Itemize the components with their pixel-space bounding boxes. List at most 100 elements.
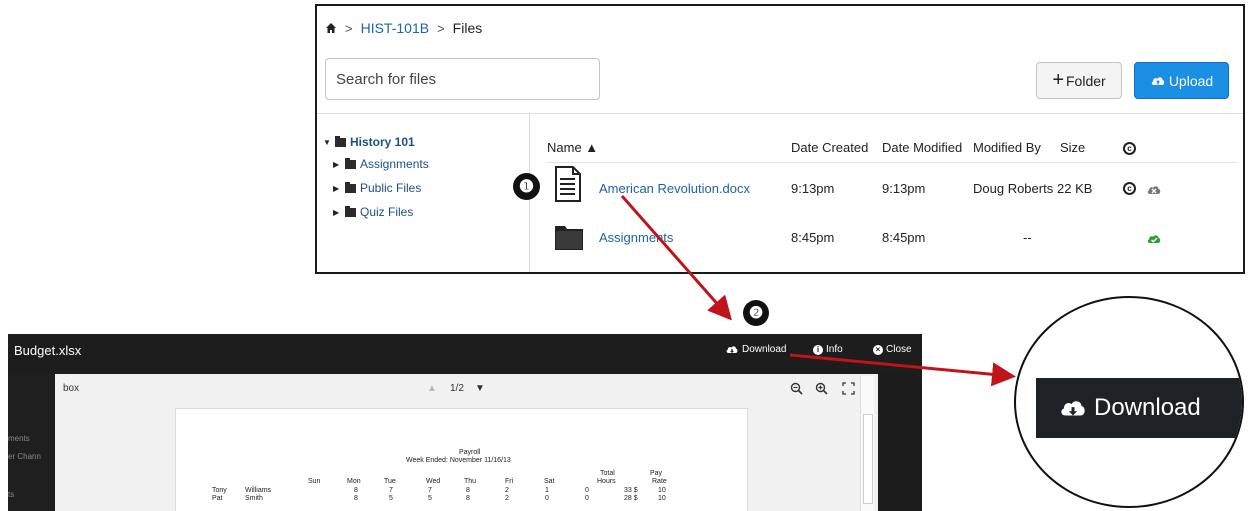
sidebar-fragment: er Chann	[8, 452, 41, 461]
sheet-title: Payroll	[459, 449, 481, 456]
tree-item-label: Quiz Files	[360, 205, 414, 219]
download-button[interactable]: Download	[725, 344, 786, 355]
sheet-cell: 8	[354, 495, 358, 502]
zoom-in-icon[interactable]	[815, 382, 828, 395]
breadcrumb-current: Files	[452, 20, 483, 36]
header-pay: Pay	[650, 470, 663, 477]
date-created: 9:13pm	[791, 181, 835, 196]
folder-tree: ▼ History 101 ▶ Assignments ▶ Public Fil…	[323, 132, 429, 224]
close-icon: ×	[873, 344, 883, 355]
column-header-name[interactable]: Name ▲	[547, 140, 598, 155]
page-indicator: 1/2	[450, 383, 464, 394]
close-button[interactable]: × Close	[873, 344, 912, 355]
sheet-cell: 8	[354, 487, 358, 494]
column-header-modified-by[interactable]: Modified By	[973, 140, 1041, 155]
cloud-download-icon	[1061, 401, 1085, 416]
cloud-published-icon[interactable]	[1146, 231, 1162, 245]
preview-header: Budget.xlsx Download i Info × Close	[8, 334, 922, 368]
copyright-header-icon: c	[1123, 142, 1136, 155]
sheet-cell: 8	[466, 495, 470, 502]
next-page-icon[interactable]: ▼	[475, 383, 485, 394]
date-created: 8:45pm	[791, 230, 835, 245]
sheet-cell: 10	[658, 495, 666, 502]
zoomed-download-label: Download	[1094, 394, 1201, 421]
sidebar-fragment: ments	[8, 434, 30, 443]
modified-by: Doug Roberts	[973, 181, 1054, 196]
document-viewer: box ▲ 1/2 ▼ Payroll Week Ended: November…	[55, 374, 878, 511]
copyright-icon[interactable]: c	[1123, 182, 1136, 195]
sidebar-fragment: ts	[8, 490, 15, 499]
zoom-callout: Download	[1014, 296, 1244, 508]
first-name: Pat	[212, 495, 223, 502]
toolbar-divider	[317, 113, 1243, 114]
file-preview-window: Budget.xlsx Download i Info × Close ment…	[8, 334, 922, 511]
folder-icon	[345, 205, 356, 217]
zoom-out-icon[interactable]	[790, 382, 803, 395]
modified-by: --	[1023, 230, 1032, 245]
folder-icon	[345, 157, 356, 169]
info-button[interactable]: i Info	[813, 344, 843, 355]
column-header-size[interactable]: Size	[1060, 140, 1085, 155]
tree-item-assignments[interactable]: ▶ Assignments	[323, 152, 429, 176]
add-folder-label: Folder	[1066, 72, 1106, 89]
file-size: 22 KB	[1057, 181, 1093, 196]
sheet-cell: 0	[545, 495, 549, 502]
day-header: Hours	[597, 478, 616, 485]
folder-name-link[interactable]: Assignments	[599, 230, 673, 245]
breadcrumb-course-link[interactable]: HIST-101B	[361, 20, 429, 36]
scrollbar-thumb[interactable]	[863, 414, 873, 504]
sheet-cell: 2	[505, 495, 509, 502]
download-label: Download	[742, 344, 787, 355]
caret-down-icon[interactable]: ▼	[323, 138, 331, 147]
tree-item-quiz-files[interactable]: ▶ Quiz Files	[323, 200, 429, 224]
folder-icon	[554, 272, 584, 274]
caret-right-icon[interactable]: ▶	[333, 160, 341, 169]
info-icon: i	[813, 344, 823, 355]
files-panel: > HIST-101B > Files + Folder Upload ▼ Hi…	[315, 4, 1245, 274]
info-label: Info	[826, 344, 843, 355]
breadcrumb-separator: >	[345, 20, 353, 36]
tree-item-history-101[interactable]: ▼ History 101	[323, 132, 429, 152]
add-folder-button[interactable]: + Folder	[1036, 62, 1122, 99]
fullscreen-icon[interactable]	[842, 382, 855, 395]
folder-icon	[335, 135, 346, 147]
date-modified: 9:13pm	[882, 181, 926, 196]
document-icon	[555, 166, 581, 202]
caret-right-icon[interactable]: ▶	[333, 208, 341, 217]
viewer-search-text[interactable]: box	[63, 383, 79, 394]
file-name-link[interactable]: American Revolution.docx	[599, 181, 750, 196]
cloud-unpublished-icon[interactable]	[1146, 182, 1162, 196]
sheet-cell: 0	[585, 495, 589, 502]
upload-label: Upload	[1168, 72, 1214, 89]
last-name: Smith	[245, 495, 263, 502]
zoomed-download-button: Download	[1036, 378, 1242, 438]
background-sidebar: ments er Chann ts	[8, 374, 53, 511]
sheet-cell: 2	[505, 487, 509, 494]
caret-right-icon[interactable]: ▶	[333, 184, 341, 193]
sheet-cell: 10	[658, 487, 666, 494]
day-header: Tue	[384, 478, 396, 485]
folder-icon	[345, 181, 356, 193]
header-total: Total	[600, 470, 615, 477]
tree-item-public-files[interactable]: ▶ Public Files	[323, 176, 429, 200]
first-name: Tony	[212, 487, 227, 494]
day-header: Mon	[347, 478, 361, 485]
header-divider	[547, 162, 1237, 163]
viewer-toolbar: box ▲ 1/2 ▼	[55, 374, 878, 404]
tree-item-label: Assignments	[360, 157, 429, 171]
previous-page-icon[interactable]: ▲	[427, 383, 437, 394]
home-icon[interactable]	[325, 22, 337, 34]
upload-button[interactable]: Upload	[1134, 62, 1229, 99]
day-header: Sun	[308, 478, 321, 485]
sheet-cell: 5	[428, 495, 432, 502]
column-header-date-modified[interactable]: Date Modified	[882, 140, 962, 155]
column-header-date-created[interactable]: Date Created	[791, 140, 868, 155]
cloud-upload-icon	[1151, 76, 1165, 85]
sheet-cell: 28 $	[624, 495, 638, 502]
last-name: Williams	[245, 487, 272, 494]
sheet-cell: 7	[428, 487, 432, 494]
spreadsheet-page: Payroll Week Ended: November 11/16/13 To…	[175, 408, 748, 511]
step-marker-1: ❶	[513, 173, 540, 200]
search-input[interactable]	[325, 58, 600, 100]
tree-item-label: History 101	[350, 135, 415, 149]
